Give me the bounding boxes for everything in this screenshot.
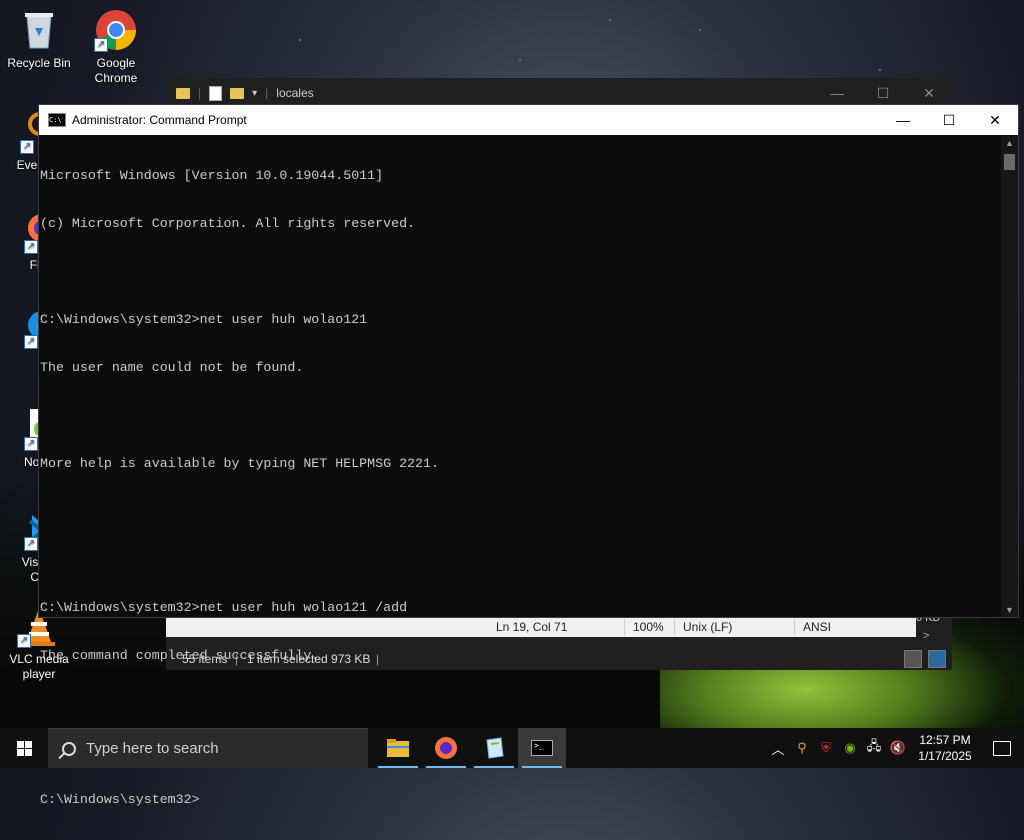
desktop-icon-chrome[interactable]: ↗ Google Chrome — [78, 8, 154, 86]
recycle-bin-icon — [17, 8, 61, 52]
cmd-title: Administrator: Command Prompt — [72, 113, 247, 127]
chrome-icon: ↗ — [94, 8, 138, 52]
command-prompt-window[interactable]: C:\ Administrator: Command Prompt — ☐ ✕ … — [38, 104, 1019, 807]
desktop-icon-label: Google Chrome — [94, 56, 138, 85]
console-line: C:\Windows\system32>net user huh wolao12… — [40, 600, 408, 615]
taskbar-search[interactable]: Type here to search — [48, 728, 368, 768]
clock[interactable]: 12:57 PM 1/17/2025 — [910, 732, 980, 764]
console-line: The user name could not be found. — [40, 360, 304, 375]
windows-logo-icon — [16, 740, 32, 756]
notepad-plus-icon — [486, 737, 504, 759]
console-line: (c) Microsoft Corporation. All rights re… — [40, 216, 416, 231]
console-prompt-line[interactable]: C:\Windows\system32> — [40, 792, 1000, 808]
shortcut-arrow-icon: ↗ — [24, 335, 38, 349]
shortcut-arrow-icon: ↗ — [20, 140, 34, 154]
vertical-scrollbar[interactable]: ▲ ▼ — [1001, 136, 1018, 617]
console-line: C:\Windows\system32>net user huh wolao12… — [40, 312, 368, 327]
new-folder-icon[interactable] — [230, 87, 245, 99]
shortcut-arrow-icon: ↗ — [24, 537, 38, 551]
console-line: Microsoft Windows [Version 10.0.19044.50… — [40, 168, 384, 183]
shortcut-arrow-icon: ↗ — [24, 437, 38, 451]
minimize-button[interactable]: — — [880, 105, 926, 135]
scroll-down-icon[interactable]: ▼ — [1001, 605, 1018, 615]
volume-muted-icon[interactable]: 🔇 — [886, 740, 910, 756]
start-button[interactable] — [0, 728, 48, 768]
taskbar: Type here to search >_ ︿ ⚲ ⛨ ◉ 🖧 🔇 12:57… — [0, 728, 1024, 768]
properties-icon[interactable] — [209, 85, 223, 101]
close-button[interactable]: ✕ — [972, 105, 1018, 135]
clock-time: 12:57 PM — [919, 733, 971, 747]
taskbar-notepad-plus[interactable] — [470, 728, 518, 768]
desktop-icon-recycle-bin[interactable]: Recycle Bin — [1, 8, 77, 71]
cmd-title-bar[interactable]: C:\ Administrator: Command Prompt — ☐ ✕ — [39, 105, 1018, 135]
desktop-icon-label: Recycle Bin — [7, 56, 71, 70]
firefox-icon — [435, 737, 457, 759]
taskbar-file-explorer[interactable] — [374, 728, 422, 768]
scroll-thumb[interactable] — [1004, 154, 1015, 170]
explorer-title: locales — [276, 86, 314, 100]
shortcut-arrow-icon: ↗ — [94, 38, 108, 52]
nvidia-icon[interactable]: ◉ — [838, 740, 862, 756]
cmd-icon: C:\ — [48, 113, 66, 127]
console-line: More help is available by typing NET HEL… — [40, 456, 439, 471]
minimize-button[interactable]: — — [814, 85, 860, 102]
notification-center-icon[interactable] — [980, 740, 1024, 756]
taskbar-firefox[interactable] — [422, 728, 470, 768]
show-hidden-icons-icon[interactable]: ︿ — [766, 739, 790, 758]
console-output[interactable]: Microsoft Windows [Version 10.0.19044.50… — [39, 136, 1000, 807]
search-icon — [62, 741, 76, 756]
close-button[interactable]: ✕ — [906, 85, 952, 102]
clock-date: 1/17/2025 — [918, 749, 972, 763]
taskbar-command-prompt[interactable]: >_ — [518, 728, 566, 768]
shortcut-arrow-icon: ↗ — [17, 634, 31, 648]
security-shield-icon[interactable]: ⛨ — [814, 740, 838, 756]
customize-toolbar-icon[interactable]: ▾ — [252, 88, 257, 99]
maximize-button[interactable]: ☐ — [860, 85, 906, 102]
file-explorer-icon — [387, 739, 409, 757]
maximize-button[interactable]: ☐ — [926, 105, 972, 135]
search-placeholder: Type here to search — [86, 740, 219, 757]
network-icon[interactable]: 🖧 — [862, 737, 886, 759]
search-tool-icon[interactable]: ⚲ — [790, 740, 814, 756]
shortcut-arrow-icon: ↗ — [24, 240, 38, 254]
folder-icon — [176, 87, 190, 99]
system-tray: ︿ ⚲ ⛨ ◉ 🖧 🔇 12:57 PM 1/17/2025 — [766, 728, 1024, 768]
cmd-icon: >_ — [531, 740, 553, 756]
console-line: The command completed successfully. — [40, 648, 320, 663]
scroll-up-icon[interactable]: ▲ — [1001, 138, 1018, 148]
